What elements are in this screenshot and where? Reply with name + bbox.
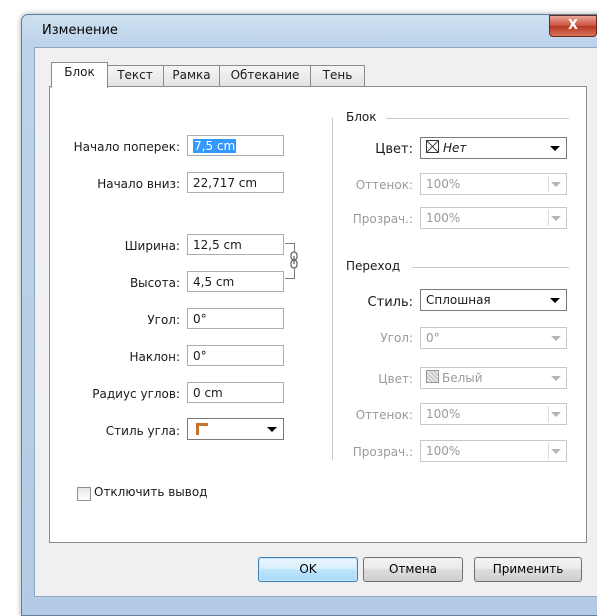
combo-separator (548, 176, 549, 192)
corner-radius-input[interactable]: 0 cm (187, 382, 284, 403)
angle-label: Угол: (147, 313, 180, 327)
block-color-label: Цвет: (375, 142, 413, 157)
tab-wrap[interactable]: Обтекание (219, 65, 311, 86)
gradient-angle-value: 0° (426, 331, 440, 345)
start-down-label: Начало вниз: (97, 177, 180, 191)
disable-output-checkbox[interactable] (77, 487, 91, 501)
column-divider (332, 118, 333, 460)
no-color-icon (426, 140, 439, 153)
gradient-shade-combo[interactable]: 100% (420, 403, 567, 425)
chevron-down-icon (551, 449, 561, 454)
gradient-group-title: Переход (346, 259, 401, 273)
gradient-angle-combo[interactable]: 0° (420, 327, 567, 349)
chain-link-icon[interactable] (287, 251, 301, 269)
combo-separator (548, 443, 549, 459)
chevron-down-icon (551, 182, 561, 187)
block-transparency-value: 100% (426, 211, 461, 225)
block-transparency-combo[interactable]: 100% (420, 207, 567, 229)
chevron-down-icon (551, 412, 561, 417)
tab-block[interactable]: Блок (51, 62, 108, 88)
angle-input[interactable]: 0° (187, 308, 284, 329)
block-shade-value: 100% (426, 177, 461, 191)
width-input[interactable]: 12,5 cm (187, 234, 284, 255)
block-color-dropdown[interactable]: Нет (420, 137, 567, 159)
gradient-shade-value: 100% (426, 407, 461, 421)
chevron-down-icon (550, 146, 560, 151)
gradient-style-label: Стиль: (367, 295, 413, 310)
close-button[interactable]: X (549, 15, 597, 37)
gradient-angle-label: Угол: (380, 331, 413, 345)
gradient-transparency-value: 100% (426, 444, 461, 458)
gradient-style-value: Сплошная (426, 293, 491, 307)
disable-output-label[interactable]: Отключить вывод (94, 485, 207, 499)
chevron-down-icon (551, 216, 561, 221)
height-input[interactable]: 4,5 cm (187, 271, 284, 292)
gradient-color-value: Белый (442, 371, 483, 385)
skew-input[interactable]: 0° (187, 345, 284, 366)
chevron-down-icon (551, 336, 561, 341)
start-across-value: 7,5 cm (193, 139, 237, 153)
ok-button[interactable]: OK (258, 557, 358, 582)
gradient-shade-label: Оттенок: (355, 408, 413, 422)
start-across-label: Начало поперек: (73, 140, 180, 154)
skew-label: Наклон: (129, 350, 180, 364)
combo-separator (548, 210, 549, 226)
chevron-down-icon (550, 298, 560, 303)
white-swatch-icon (426, 370, 439, 383)
combo-separator (548, 406, 549, 422)
chevron-down-icon (267, 427, 277, 432)
tab-shadow[interactable]: Тень (310, 65, 365, 86)
block-shade-label: Оттенок: (355, 178, 413, 192)
tab-frame[interactable]: Рамка (163, 65, 220, 86)
corner-style-label: Стиль угла: (105, 424, 180, 438)
width-label: Ширина: (124, 239, 180, 253)
corner-style-icon (196, 423, 208, 435)
gradient-style-dropdown[interactable]: Сплошная (420, 289, 567, 311)
chevron-down-icon (551, 376, 561, 381)
corner-radius-label: Радиус углов: (92, 387, 180, 401)
block-group-line (386, 118, 569, 119)
gradient-color-combo[interactable]: Белый (420, 367, 567, 389)
height-label: Высота: (129, 276, 180, 290)
block-color-value: Нет (443, 141, 467, 155)
start-down-input[interactable]: 22,717 cm (187, 172, 284, 193)
gradient-transparency-combo[interactable]: 100% (420, 440, 567, 462)
gradient-color-label: Цвет: (378, 372, 413, 386)
tab-text[interactable]: Текст (106, 65, 164, 86)
cancel-button[interactable]: Отмена (363, 557, 463, 582)
gradient-transparency-label: Прозрач.: (352, 445, 413, 459)
block-shade-combo[interactable]: 100% (420, 173, 567, 195)
apply-button[interactable]: Применить (474, 557, 582, 582)
window-title: Изменение (42, 23, 118, 38)
block-group-title: Блок (346, 110, 377, 124)
start-across-input[interactable]: 7,5 cm (187, 135, 284, 156)
corner-style-dropdown[interactable] (187, 418, 284, 440)
gradient-group-line (412, 267, 569, 268)
block-transparency-label: Прозрач.: (352, 212, 413, 226)
